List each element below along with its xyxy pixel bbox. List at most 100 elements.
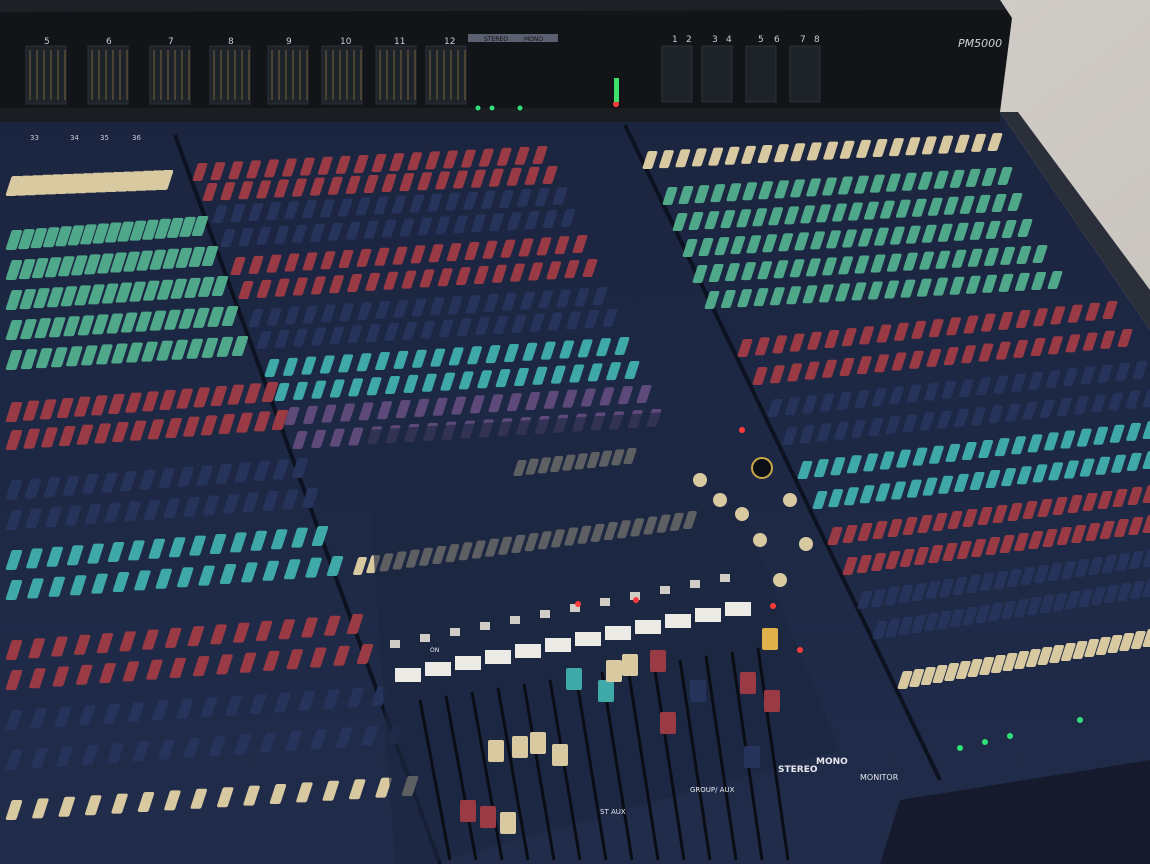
master-led-red bbox=[797, 647, 803, 653]
group-meter-window bbox=[789, 45, 821, 103]
right-led-green bbox=[982, 739, 988, 745]
small-select-button bbox=[600, 598, 610, 606]
channel-strip-number: 35 bbox=[100, 134, 109, 142]
bridge-channel-number: 12 bbox=[444, 37, 455, 47]
fader-cap bbox=[566, 668, 582, 690]
channel-on-button bbox=[485, 650, 511, 664]
fader-cap bbox=[598, 680, 614, 702]
master-on-label: ON bbox=[430, 647, 439, 654]
mixing-console-photo: 5 6 7 8 9 10 11 12 1 2 3 4 5 6 7 8 PM5000 STEREO MONO S… bbox=[0, 0, 1150, 864]
channel-on-button bbox=[395, 668, 421, 682]
channel-on-button bbox=[695, 608, 721, 622]
meter-window bbox=[321, 45, 363, 105]
fader-cap bbox=[690, 680, 706, 702]
meter-bridge-model-badge: PM5000 bbox=[958, 37, 1002, 50]
console-illustration: 5 6 7 8 9 10 11 12 1 2 3 4 5 6 7 8 PM5000 STEREO MONO S… bbox=[0, 0, 1150, 864]
bridge-channel-number: 9 bbox=[286, 37, 292, 47]
bridge-group-number: 8 bbox=[814, 35, 820, 45]
master-control-knob bbox=[783, 493, 797, 507]
master-monitor-label: MONITOR bbox=[860, 773, 899, 782]
meter-window bbox=[25, 45, 67, 105]
group-meter-window bbox=[661, 45, 693, 103]
small-select-button bbox=[480, 622, 490, 630]
fader-cap bbox=[660, 712, 676, 734]
status-led bbox=[739, 427, 745, 433]
meter-led-green bbox=[489, 105, 495, 111]
right-led-green bbox=[1007, 733, 1013, 739]
small-select-button bbox=[390, 640, 400, 648]
right-led-green bbox=[1077, 717, 1083, 723]
meter-window bbox=[209, 45, 251, 105]
small-select-button bbox=[420, 634, 430, 642]
group-meter-window bbox=[745, 45, 777, 103]
meter-led-green bbox=[475, 105, 481, 111]
channel-strip-number: 33 bbox=[30, 134, 39, 142]
meter-window bbox=[375, 45, 417, 105]
fader-cap bbox=[744, 746, 760, 768]
master-st-aux-label: ST AUX bbox=[600, 808, 626, 816]
channel-strip-number: 36 bbox=[132, 134, 141, 142]
fader-cap bbox=[500, 812, 516, 834]
master-control-knob bbox=[773, 573, 787, 587]
bridge-group-number: 4 bbox=[726, 35, 732, 45]
fader-cap bbox=[552, 744, 568, 766]
fader-cap bbox=[606, 660, 622, 682]
headphone-jack bbox=[751, 457, 773, 479]
meter-bridge-mono-label: MONO bbox=[524, 36, 543, 43]
master-led-red bbox=[575, 601, 581, 607]
channel-on-button bbox=[425, 662, 451, 676]
fader-cap bbox=[488, 740, 504, 762]
fader-cap bbox=[650, 650, 666, 672]
meter-window bbox=[87, 45, 129, 105]
master-control-knob bbox=[799, 537, 813, 551]
fader-cap bbox=[512, 736, 528, 758]
master-led-red bbox=[770, 603, 776, 609]
bridge-channel-number: 6 bbox=[106, 37, 112, 47]
master-control-knob bbox=[693, 473, 707, 487]
fader-cap bbox=[762, 628, 778, 650]
meter-window bbox=[149, 45, 191, 105]
channel-on-button bbox=[725, 602, 751, 616]
fader-cap bbox=[480, 806, 496, 828]
master-control-knob bbox=[713, 493, 727, 507]
fader-cap bbox=[460, 800, 476, 822]
bridge-channel-number: 10 bbox=[340, 37, 352, 47]
master-control-knob bbox=[753, 533, 767, 547]
bridge-channel-number: 11 bbox=[394, 37, 405, 47]
bridge-channel-number: 8 bbox=[228, 37, 234, 47]
master-led-red bbox=[633, 597, 639, 603]
fader-cap bbox=[764, 690, 780, 712]
small-select-button bbox=[450, 628, 460, 636]
channel-on-button bbox=[455, 656, 481, 670]
channel-on-button bbox=[515, 644, 541, 658]
bridge-group-number: 3 bbox=[712, 35, 718, 45]
channel-on-button bbox=[635, 620, 661, 634]
meter-window bbox=[425, 45, 467, 105]
master-mono-label: MONO bbox=[816, 757, 848, 767]
channel-on-button bbox=[545, 638, 571, 652]
meter-bridge: 5 6 7 8 9 10 11 12 1 2 3 4 5 6 7 8 PM5000 STEREO MONO bbox=[0, 0, 1012, 122]
master-group-aux-label: GROUP/ AUX bbox=[690, 786, 735, 794]
fader-cap bbox=[740, 672, 756, 694]
channel-on-button bbox=[575, 632, 601, 646]
bridge-group-number: 5 bbox=[758, 35, 764, 45]
bridge-channel-number: 5 bbox=[44, 37, 50, 47]
channel-strip-number: 34 bbox=[70, 134, 79, 142]
meter-bridge-stereo-label: STEREO bbox=[484, 36, 508, 43]
small-select-button bbox=[660, 586, 670, 594]
channel-on-button bbox=[605, 626, 631, 640]
stereo-mono-label-strip bbox=[468, 34, 558, 42]
small-select-button bbox=[720, 574, 730, 582]
stereo-meter-lit bbox=[614, 78, 619, 102]
bridge-channel-number: 7 bbox=[168, 37, 174, 47]
fader-cap bbox=[622, 654, 638, 676]
small-select-button bbox=[690, 580, 700, 588]
group-meter-window bbox=[701, 45, 733, 103]
meter-window bbox=[267, 45, 309, 105]
small-select-button bbox=[510, 616, 520, 624]
fader-cap bbox=[530, 732, 546, 754]
bridge-group-number: 7 bbox=[800, 35, 806, 45]
meter-led-green bbox=[517, 105, 523, 111]
bridge-group-number: 1 bbox=[672, 35, 678, 45]
bridge-group-number: 2 bbox=[686, 35, 692, 45]
